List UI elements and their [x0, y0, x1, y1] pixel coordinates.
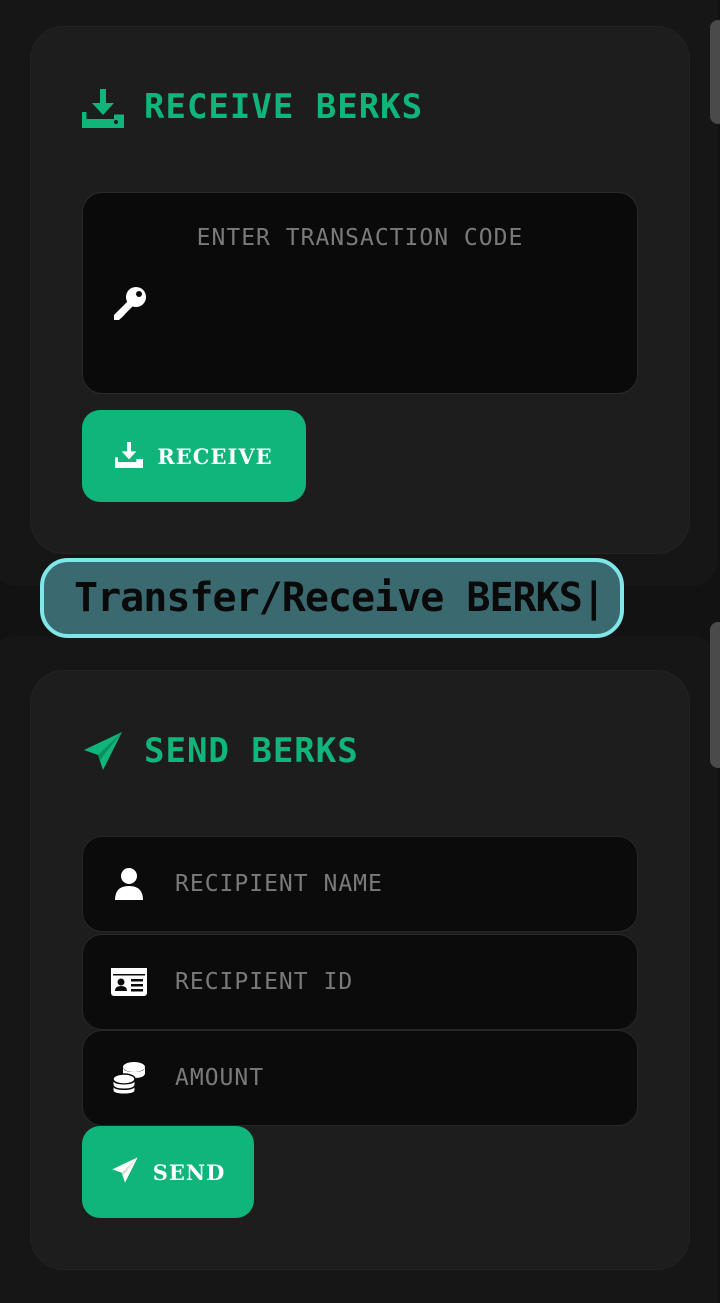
receive-section-title: RECEIVE BERKS — [82, 86, 423, 128]
send-button[interactable]: SEND — [82, 1126, 254, 1218]
receive-title-text: RECEIVE BERKS — [144, 87, 424, 127]
recipient-id-placeholder: RECIPIENT ID — [175, 969, 354, 995]
coins-icon — [83, 1061, 175, 1095]
banner-text: Transfer/Receive BERKS| — [74, 575, 606, 621]
amount-input[interactable]: AMOUNT — [82, 1030, 638, 1126]
send-button-label: SEND — [152, 1159, 226, 1185]
download-tray-icon — [82, 86, 124, 128]
download-tray-icon — [115, 440, 144, 473]
recipient-id-input[interactable]: RECIPIENT ID — [82, 934, 638, 1030]
recipient-name-placeholder: RECIPIENT NAME — [175, 871, 383, 897]
paper-plane-icon — [82, 730, 124, 772]
transaction-code-input[interactable]: ENTER TRANSACTION CODE — [82, 192, 638, 394]
receive-button-label: RECEIVE — [157, 443, 273, 469]
recipient-name-input[interactable]: RECIPIENT NAME — [82, 836, 638, 932]
amount-placeholder: AMOUNT — [175, 1065, 265, 1091]
send-section-title: SEND BERKS — [82, 730, 359, 772]
paper-plane-icon — [111, 1156, 139, 1189]
scrollbar[interactable] — [710, 20, 720, 124]
key-icon — [111, 285, 149, 327]
scrollbar[interactable] — [710, 622, 720, 768]
id-card-icon — [83, 967, 175, 997]
send-title-text: SEND BERKS — [144, 731, 359, 771]
transaction-code-placeholder: ENTER TRANSACTION CODE — [196, 225, 524, 251]
user-icon — [83, 867, 175, 901]
transfer-receive-banner: Transfer/Receive BERKS| — [40, 558, 624, 638]
receive-button[interactable]: RECEIVE — [82, 410, 306, 502]
